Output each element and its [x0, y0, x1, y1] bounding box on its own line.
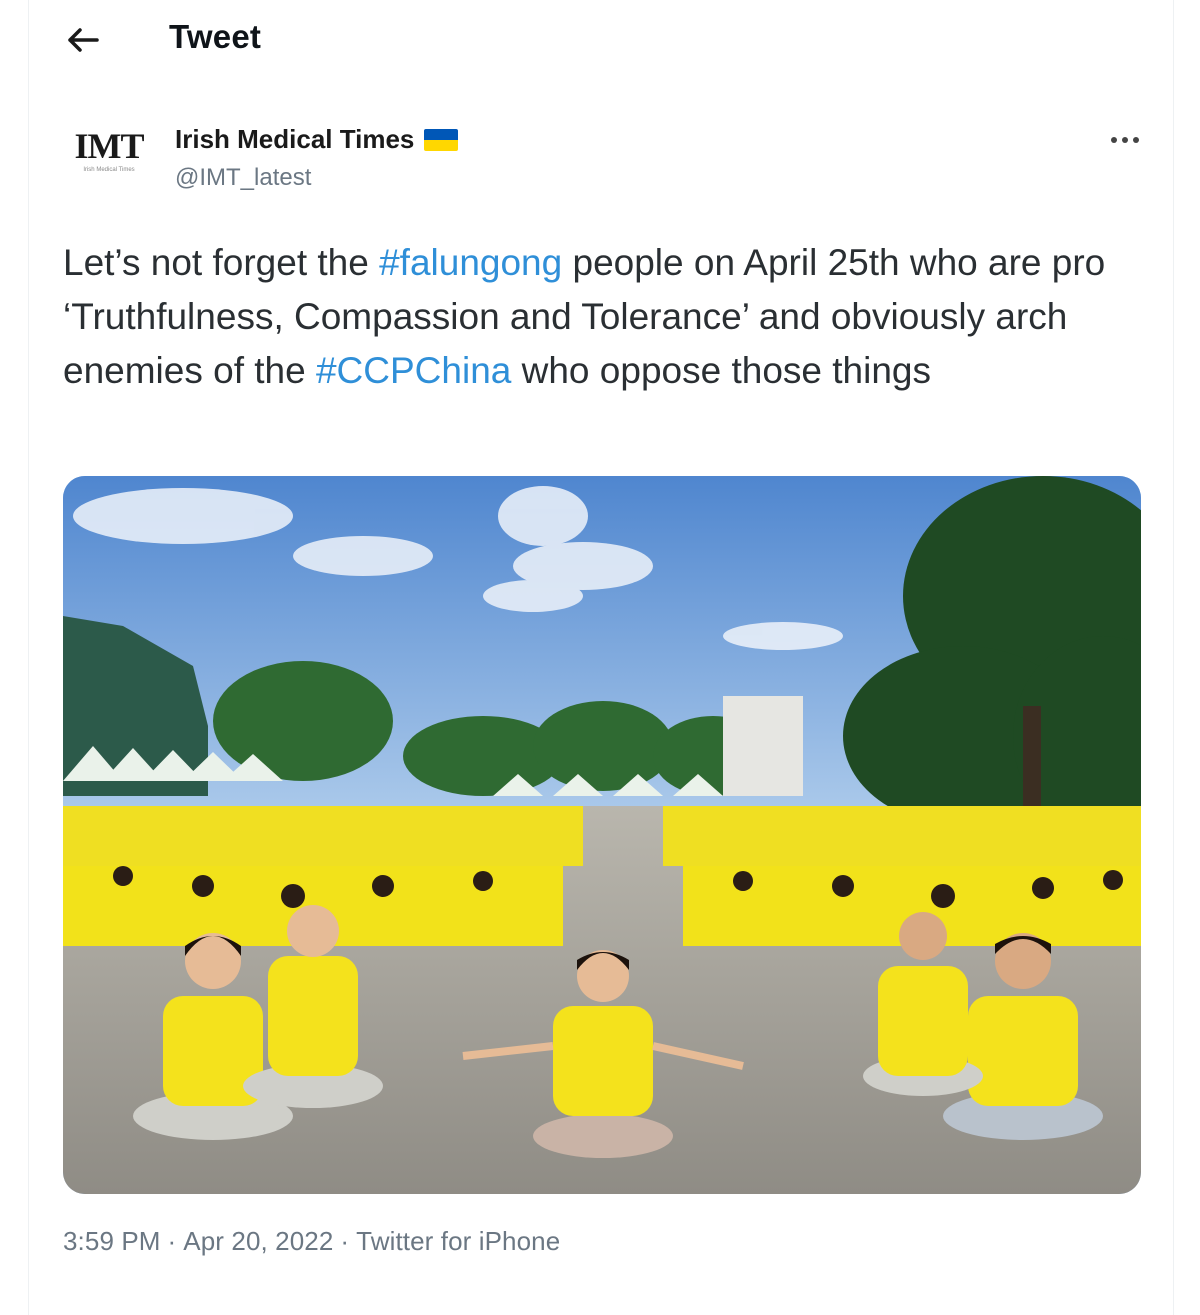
- avatar-tagline: Irish Medical Times: [83, 167, 135, 173]
- author-row: IMT Irish Medical Times Irish Medical Ti…: [59, 118, 1149, 208]
- tweet-photo[interactable]: [63, 476, 1141, 1194]
- tweet-source: Twitter for iPhone: [356, 1226, 561, 1256]
- back-button[interactable]: [57, 16, 109, 64]
- tweet-time[interactable]: 3:59 PM: [63, 1226, 161, 1256]
- hashtag-link[interactable]: #falungong: [379, 242, 562, 283]
- tweet-text-part: who oppose those things: [511, 350, 931, 391]
- hashtag-link[interactable]: #CCPChina: [316, 350, 511, 391]
- more-options-button[interactable]: [1101, 122, 1149, 158]
- avatar-logo: IMT: [74, 126, 145, 166]
- user-handle[interactable]: @IMT_latest: [175, 164, 311, 192]
- display-name[interactable]: Irish Medical Times: [175, 124, 414, 155]
- meta-separator: ·: [167, 1226, 177, 1256]
- name-row: Irish Medical Times: [175, 124, 459, 155]
- ukraine-flag-icon: [424, 128, 459, 151]
- tweet-text: Let’s not forget the #falungong people o…: [63, 236, 1153, 398]
- tweet-text-part: Let’s not forget the: [63, 242, 380, 283]
- more-horizontal-icon: [1111, 137, 1139, 143]
- tweet-card: Tweet IMT Irish Medical Times Irish Medi…: [28, 0, 1174, 1315]
- tweet-meta: 3:59 PM · Apr 20, 2022 · Twitter for iPhone: [63, 1226, 560, 1257]
- top-bar: Tweet: [29, 0, 1173, 82]
- avatar[interactable]: IMT Irish Medical Times: [67, 126, 151, 192]
- arrow-left-icon: [68, 28, 99, 52]
- photo-illustration: [63, 476, 1141, 1194]
- meta-separator: ·: [340, 1226, 350, 1256]
- page-title: Tweet: [169, 18, 262, 55]
- tweet-date[interactable]: Apr 20, 2022: [183, 1226, 333, 1256]
